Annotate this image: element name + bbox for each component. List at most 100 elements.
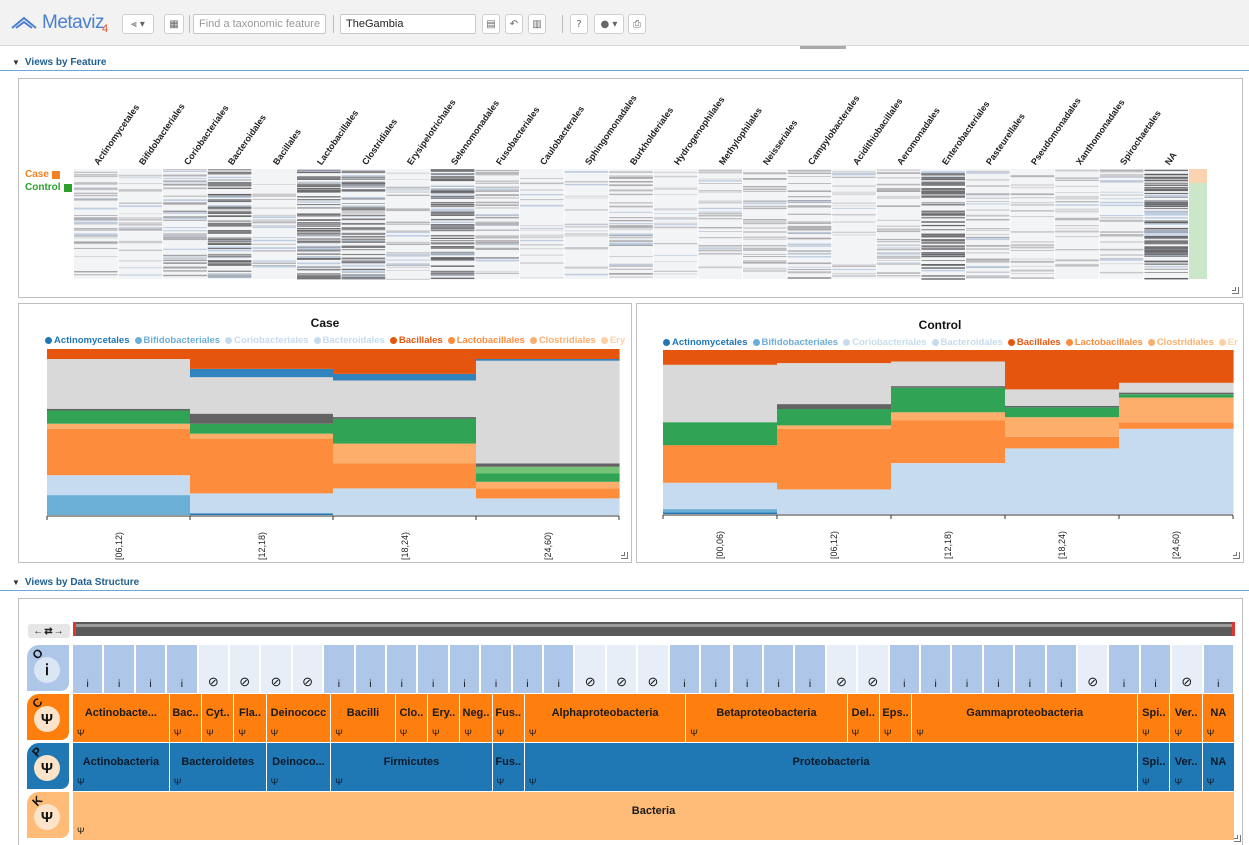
heatmap-cell[interactable]: [475, 180, 519, 182]
heatmap-cell[interactable]: [74, 171, 118, 174]
heatmap-cell[interactable]: [207, 206, 252, 208]
area-segment-coriobacteriales[interactable]: [663, 482, 778, 509]
heatmap-cell[interactable]: [74, 228, 118, 229]
heatmap-cell[interactable]: [430, 174, 475, 176]
icicle-leaf-node[interactable]: ⊘: [292, 645, 325, 693]
heatmap-cell[interactable]: [1099, 176, 1144, 178]
heatmap-cell[interactable]: [787, 271, 832, 273]
heatmap-cell[interactable]: [787, 243, 832, 246]
area-segment-clostridiales[interactable]: [891, 412, 1006, 421]
heatmap-cell[interactable]: [252, 226, 296, 228]
heatmap-cell[interactable]: [966, 228, 1010, 229]
heatmap-cell[interactable]: [297, 229, 341, 232]
heatmap-cell[interactable]: [609, 217, 653, 219]
heatmap-cell[interactable]: [876, 240, 921, 243]
heatmap-cell[interactable]: [1055, 225, 1099, 227]
heatmap-cell[interactable]: [341, 236, 386, 238]
heatmap-cell[interactable]: [163, 248, 207, 250]
heatmap-cell[interactable]: [341, 245, 386, 248]
area-segment-lactobacillales[interactable]: [190, 438, 334, 494]
heatmap-cell[interactable]: [386, 252, 430, 254]
heatmap-cell[interactable]: [921, 189, 965, 191]
heatmap-cell[interactable]: [207, 239, 252, 241]
heatmap-cell[interactable]: [252, 262, 296, 265]
heatmap-cell[interactable]: [520, 204, 564, 207]
heatmap-cell[interactable]: [430, 273, 475, 275]
heatmap-cell[interactable]: [1010, 197, 1055, 199]
heatmap-cell[interactable]: [921, 275, 965, 277]
heatmap-cell[interactable]: [609, 265, 653, 267]
heatmap-cell[interactable]: [743, 236, 787, 239]
heatmap-cell[interactable]: [1144, 266, 1188, 268]
heatmap-cell[interactable]: [297, 196, 341, 198]
heatmap-cell[interactable]: [698, 215, 742, 217]
heatmap-cell[interactable]: [207, 199, 252, 201]
icicle-leaf-node[interactable]: ⅰ: [387, 645, 419, 693]
heatmap-cell[interactable]: [787, 226, 832, 228]
icicle-range-slider[interactable]: [73, 622, 1235, 636]
icicle-node[interactable]: Fus.. Ψ: [492, 743, 525, 791]
heatmap-cell[interactable]: [163, 259, 207, 262]
heatmap-cell[interactable]: [966, 172, 1010, 174]
heatmap-cell[interactable]: [74, 195, 118, 197]
heatmap-cell[interactable]: [475, 271, 519, 273]
heatmap-cell[interactable]: [653, 186, 698, 189]
heatmap-cell[interactable]: [430, 242, 475, 244]
heatmap-cell[interactable]: [787, 266, 832, 268]
heatmap-column[interactable]: [207, 169, 252, 279]
heatmap-column[interactable]: [921, 169, 965, 280]
heatmap-cell[interactable]: [787, 200, 832, 203]
heatmap-cell[interactable]: [163, 234, 207, 236]
heatmap-cell[interactable]: [163, 220, 207, 221]
heatmap-cell[interactable]: [1144, 196, 1188, 198]
heatmap-column[interactable]: [876, 169, 921, 279]
icicle-node[interactable]: Gammaproteobacteria Ψ: [912, 694, 1139, 742]
heatmap-cell[interactable]: [966, 201, 1010, 202]
heatmap-cell[interactable]: [787, 269, 832, 270]
heatmap-cell[interactable]: [520, 229, 564, 231]
heatmap-column[interactable]: [832, 169, 876, 279]
heatmap-cell[interactable]: [966, 219, 1010, 221]
heatmap-cell[interactable]: [74, 174, 118, 176]
area-segment-bacillales[interactable]: [333, 349, 477, 374]
heatmap-cell[interactable]: [1055, 218, 1099, 221]
heatmap-cell[interactable]: [297, 199, 341, 200]
area-segment-bacillales[interactable]: [663, 350, 778, 365]
heatmap-cell[interactable]: [743, 245, 787, 247]
heatmap-cell[interactable]: [74, 182, 118, 184]
heatmap-cell[interactable]: [118, 241, 163, 243]
icicle-leaf-node[interactable]: ⅰ: [795, 645, 827, 693]
heatmap-cell[interactable]: [475, 204, 519, 206]
heatmap-cell[interactable]: [163, 169, 207, 170]
heatmap-cell[interactable]: [1144, 268, 1188, 270]
heatmap-cell[interactable]: [832, 176, 876, 178]
heatmap-cell[interactable]: [876, 272, 921, 274]
heatmap-cell[interactable]: [430, 229, 475, 232]
heatmap-cell[interactable]: [966, 275, 1010, 277]
icicle-leaf-node[interactable]: ⅰ: [324, 645, 356, 693]
heatmap-cell[interactable]: [787, 256, 832, 258]
heatmap-cell[interactable]: [921, 221, 965, 223]
icicle-leaf-node[interactable]: ⊘: [575, 645, 607, 693]
heatmap-cell[interactable]: [74, 223, 118, 225]
heatmap-cell[interactable]: [921, 182, 965, 184]
icicle-leaf-node[interactable]: ⅰ: [1203, 645, 1235, 693]
heatmap-cell[interactable]: [252, 260, 296, 262]
heatmap-cell[interactable]: [609, 223, 653, 225]
heatmap-cell[interactable]: [252, 221, 296, 224]
heatmap-cell[interactable]: [564, 273, 609, 276]
heatmap-cell[interactable]: [1144, 217, 1188, 219]
heatmap-cell[interactable]: [966, 234, 1010, 235]
area-segment-spirochaetales[interactable]: [190, 413, 334, 424]
heatmap-cell[interactable]: [876, 253, 921, 255]
heatmap-cell[interactable]: [118, 202, 163, 204]
heatmap-cell[interactable]: [609, 220, 653, 222]
heatmap-cell[interactable]: [787, 272, 832, 274]
heatmap-cell[interactable]: [118, 267, 163, 269]
heatmap-cell[interactable]: [475, 182, 519, 184]
heatmap-cell[interactable]: [832, 171, 876, 173]
heatmap-cell[interactable]: [74, 221, 118, 224]
heatmap-cell[interactable]: [341, 203, 386, 204]
heatmap-cell[interactable]: [1010, 241, 1055, 243]
heatmap-cell[interactable]: [74, 241, 118, 244]
